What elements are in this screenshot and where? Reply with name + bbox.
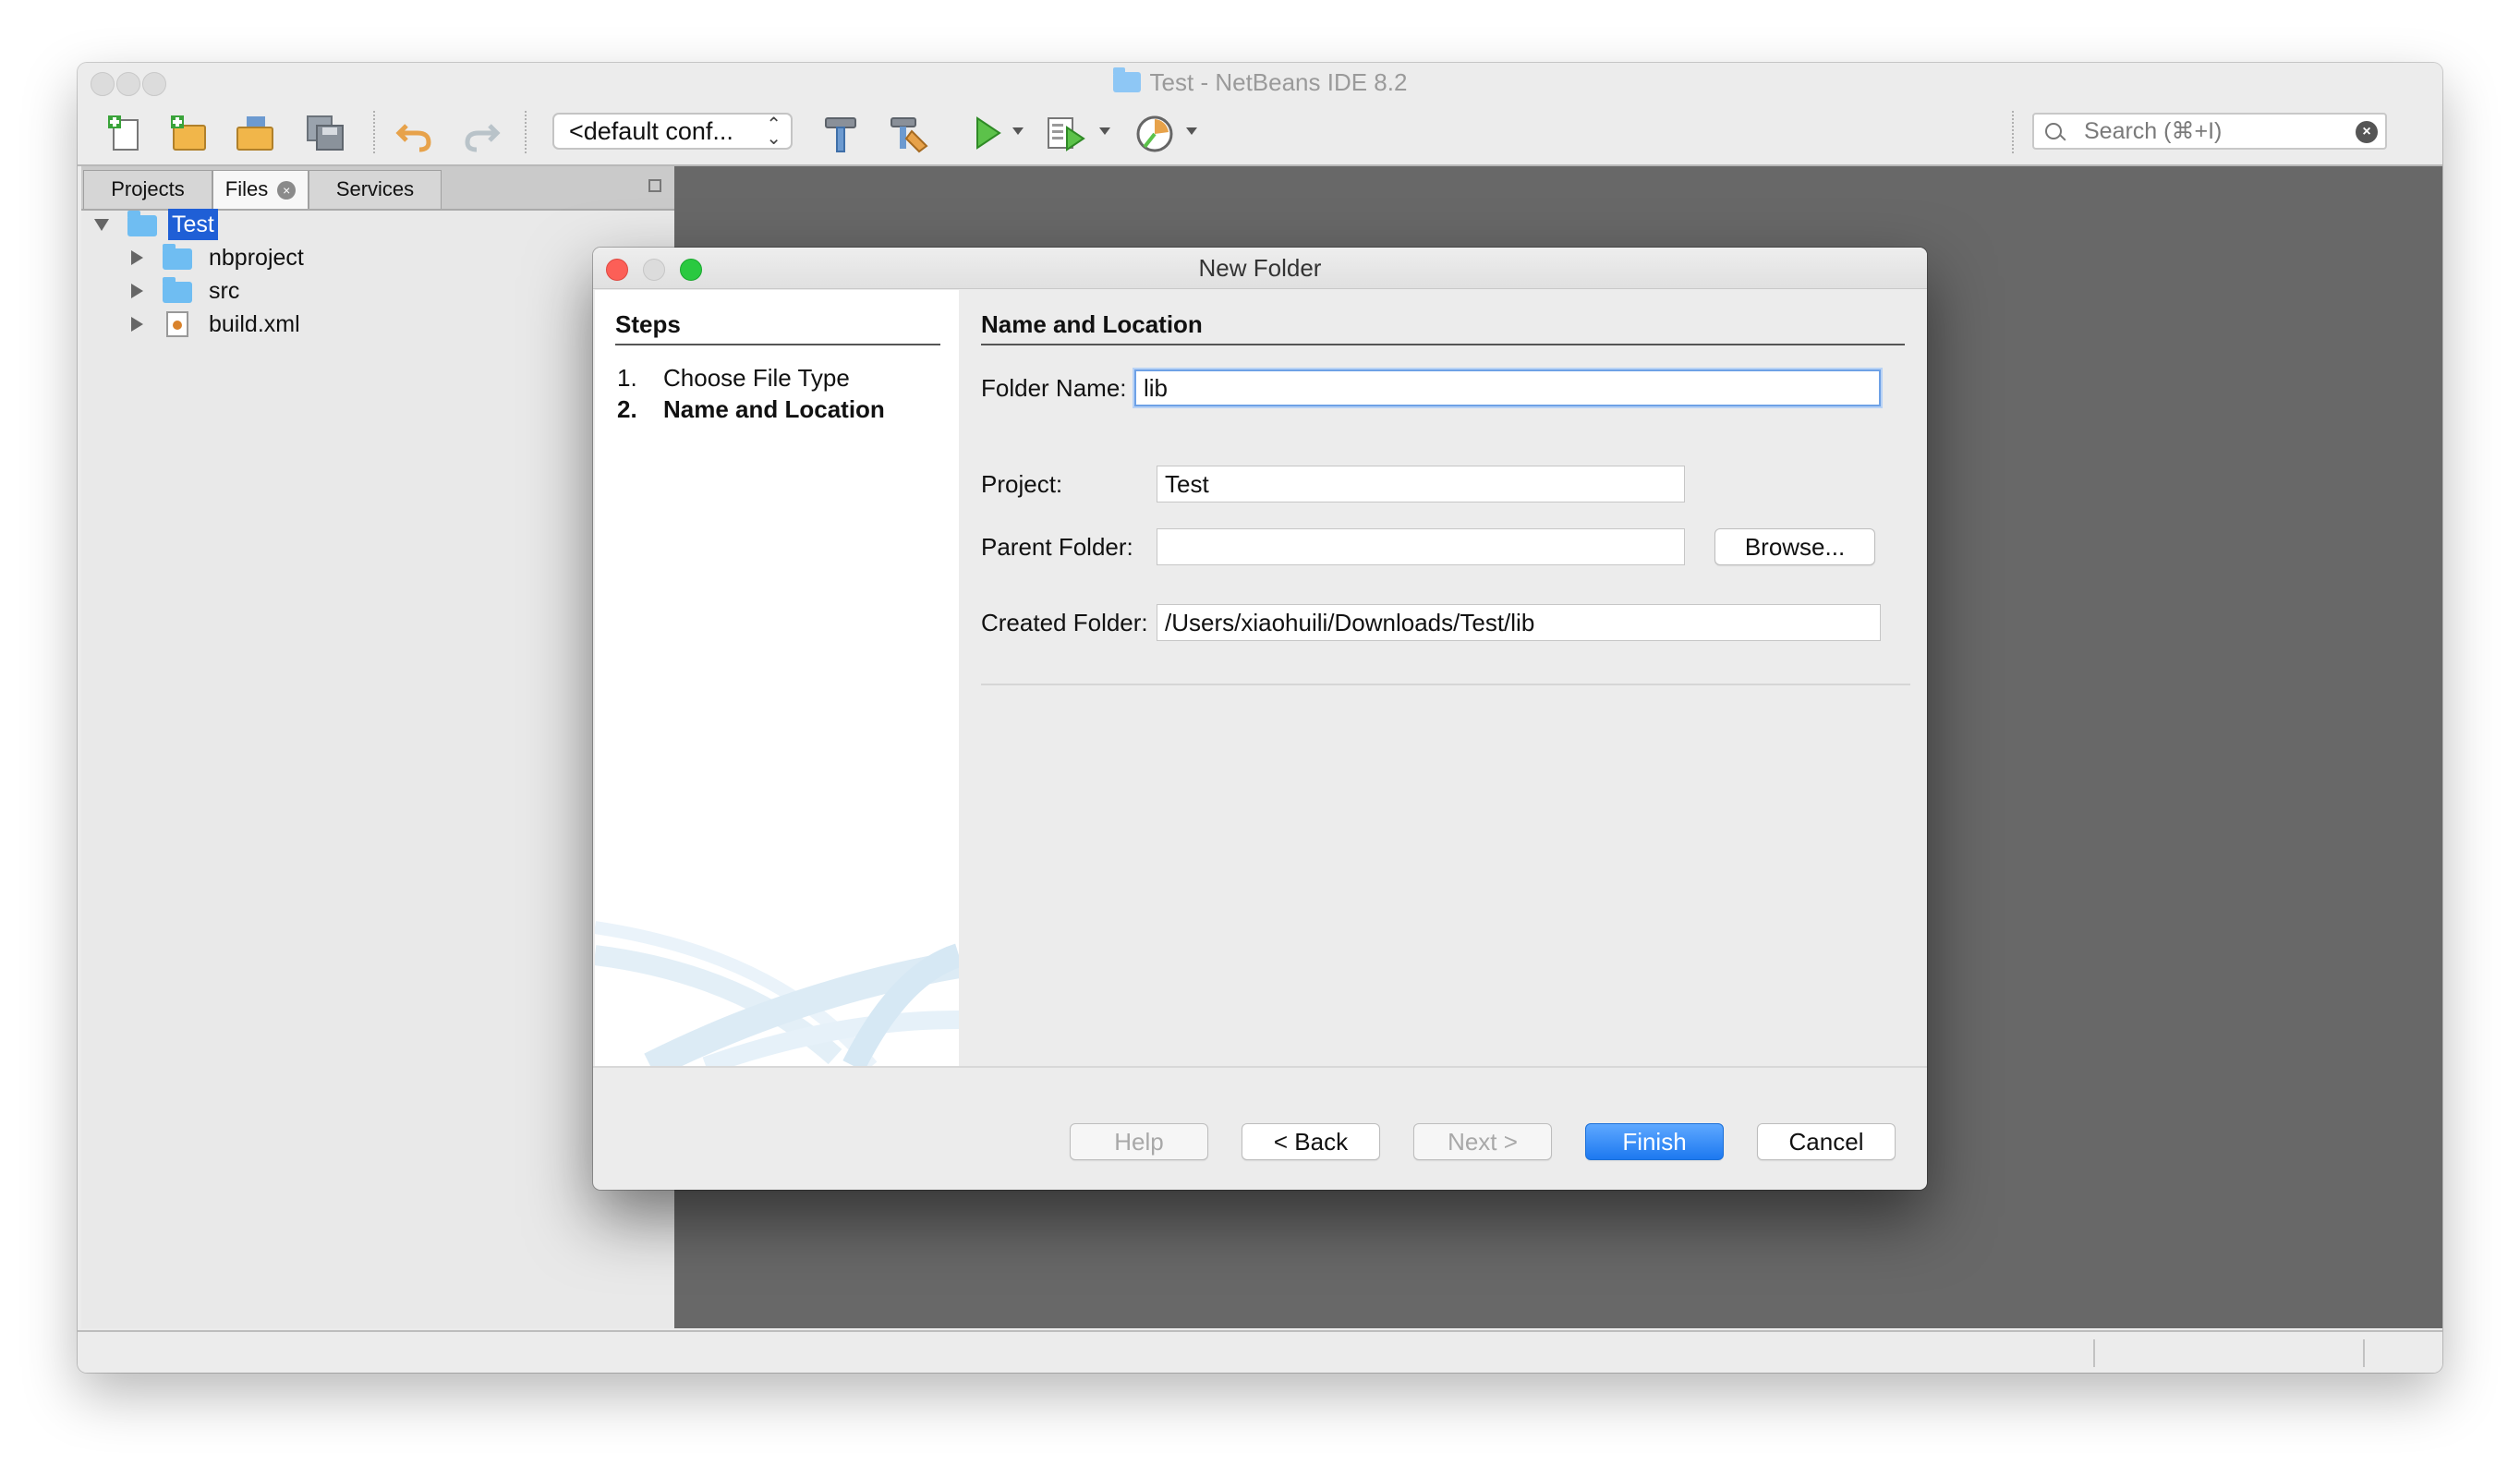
new-project-icon[interactable] — [166, 111, 211, 155]
step-label: Choose File Type — [663, 364, 850, 392]
tree-node[interactable]: src — [89, 275, 458, 307]
quick-search-input[interactable]: Search (⌘+I) × — [2032, 113, 2387, 150]
window-title-text: Test - NetBeans IDE 8.2 — [1149, 68, 1408, 96]
project-field[interactable] — [1157, 466, 1685, 502]
tree-node[interactable]: build.xml — [89, 309, 458, 340]
toolbar-separator — [373, 111, 375, 153]
section-title: Name and Location — [981, 310, 1203, 338]
dialog-titlebar: New Folder — [593, 248, 1927, 289]
run-dropdown-icon[interactable] — [1012, 127, 1024, 135]
configuration-select[interactable]: <default conf... ⌃ ⌄ — [552, 113, 793, 150]
folder-name-label: Folder Name: — [981, 374, 1127, 402]
close-tab-icon[interactable]: × — [277, 181, 297, 200]
content-divider — [981, 684, 1910, 685]
project-folder-icon — [1112, 67, 1141, 92]
cancel-button[interactable]: Cancel — [1757, 1123, 1896, 1160]
tree-node-label: src — [209, 278, 240, 304]
section-divider — [981, 344, 1905, 345]
new-folder-dialog: New Folder Steps 1. Choose File Type 2. Na… — [593, 248, 1927, 1190]
tab-services[interactable]: Services — [309, 170, 442, 209]
restore-panel-icon[interactable] — [648, 179, 661, 192]
steps-divider — [615, 344, 940, 345]
step-item-current: 2. Name and Location — [617, 393, 885, 425]
created-folder-field[interactable] — [1157, 604, 1881, 641]
tree-node-label: build.xml — [209, 311, 300, 337]
tab-projects[interactable]: Projects — [83, 170, 212, 209]
tab-files-label: Files — [224, 177, 269, 200]
steps-title: Steps — [615, 310, 681, 338]
back-button[interactable]: < Back — [1242, 1123, 1380, 1160]
steps-pane: Steps 1. Choose File Type 2. Name and Loca… — [595, 290, 959, 1066]
browse-button[interactable]: Browse... — [1714, 528, 1875, 565]
toolbar-separator — [2012, 111, 2014, 153]
debug-icon[interactable] — [1044, 111, 1088, 155]
collapse-icon[interactable] — [94, 219, 109, 231]
tab-files[interactable]: Files × — [212, 170, 309, 209]
window-title: Test - NetBeans IDE 8.2 — [78, 67, 2442, 97]
debug-dropdown-icon[interactable] — [1099, 127, 1110, 135]
profile-dropdown-icon[interactable] — [1186, 127, 1197, 135]
tree-node-label: nbproject — [209, 245, 304, 271]
build-icon[interactable] — [818, 111, 863, 155]
step-number: 2. — [617, 395, 637, 423]
run-icon[interactable] — [964, 111, 1009, 155]
status-bar — [78, 1330, 2442, 1373]
clean-build-icon[interactable] — [887, 111, 931, 155]
step-number: 1. — [617, 364, 637, 392]
tab-services-label: Services — [335, 177, 415, 200]
files-panel: Projects Files × Services Test nbproject … — [81, 166, 674, 1328]
status-separator — [2363, 1339, 2365, 1367]
save-all-icon[interactable] — [303, 111, 347, 155]
step-item: 1. Choose File Type — [617, 362, 850, 393]
tree-node[interactable]: nbproject — [89, 242, 458, 273]
created-folder-label: Created Folder: — [981, 609, 1148, 636]
select-arrows-icon: ⌃ ⌄ — [766, 115, 781, 149]
profile-icon[interactable] — [1133, 111, 1177, 155]
wizard-swoosh-graphic — [595, 921, 959, 1066]
tab-projects-label: Projects — [111, 177, 185, 200]
expand-icon[interactable] — [131, 250, 143, 265]
step-label: Name and Location — [663, 395, 885, 423]
search-icon — [2045, 123, 2062, 139]
folder-name-field[interactable] — [1134, 369, 1881, 406]
expand-icon[interactable] — [131, 284, 143, 298]
folder-icon — [163, 244, 192, 270]
xml-file-icon — [166, 311, 188, 337]
parent-folder-label: Parent Folder: — [981, 533, 1133, 561]
search-placeholder: Search (⌘+I) — [2084, 118, 2223, 144]
finish-button[interactable]: Finish — [1585, 1123, 1724, 1160]
tree-node-root[interactable]: Test — [89, 209, 458, 240]
footer-divider — [593, 1066, 1927, 1068]
redo-icon[interactable] — [460, 111, 504, 155]
clear-search-icon[interactable]: × — [2356, 121, 2378, 143]
folder-icon — [163, 277, 192, 303]
tree-node-label: Test — [168, 209, 218, 240]
undo-icon[interactable] — [392, 111, 436, 155]
panel-tabs: Projects Files × Services — [81, 166, 674, 211]
configuration-select-value: <default conf... — [569, 117, 733, 145]
title-toolbar-area: Test - NetBeans IDE 8.2 <default conf... — [78, 63, 2442, 166]
folder-icon — [127, 211, 157, 236]
next-button[interactable]: Next > — [1413, 1123, 1552, 1160]
name-location-pane: Name and Location Folder Name: Project: … — [959, 290, 1927, 1066]
help-button[interactable]: Help — [1070, 1123, 1208, 1160]
project-label: Project: — [981, 470, 1063, 498]
open-project-icon[interactable] — [233, 111, 277, 155]
toolbar-separator — [525, 111, 527, 153]
expand-icon[interactable] — [131, 317, 143, 332]
status-separator — [2093, 1339, 2095, 1367]
parent-folder-field[interactable] — [1157, 528, 1685, 565]
new-file-icon[interactable] — [103, 111, 148, 155]
dialog-title: New Folder — [1198, 254, 1322, 282]
